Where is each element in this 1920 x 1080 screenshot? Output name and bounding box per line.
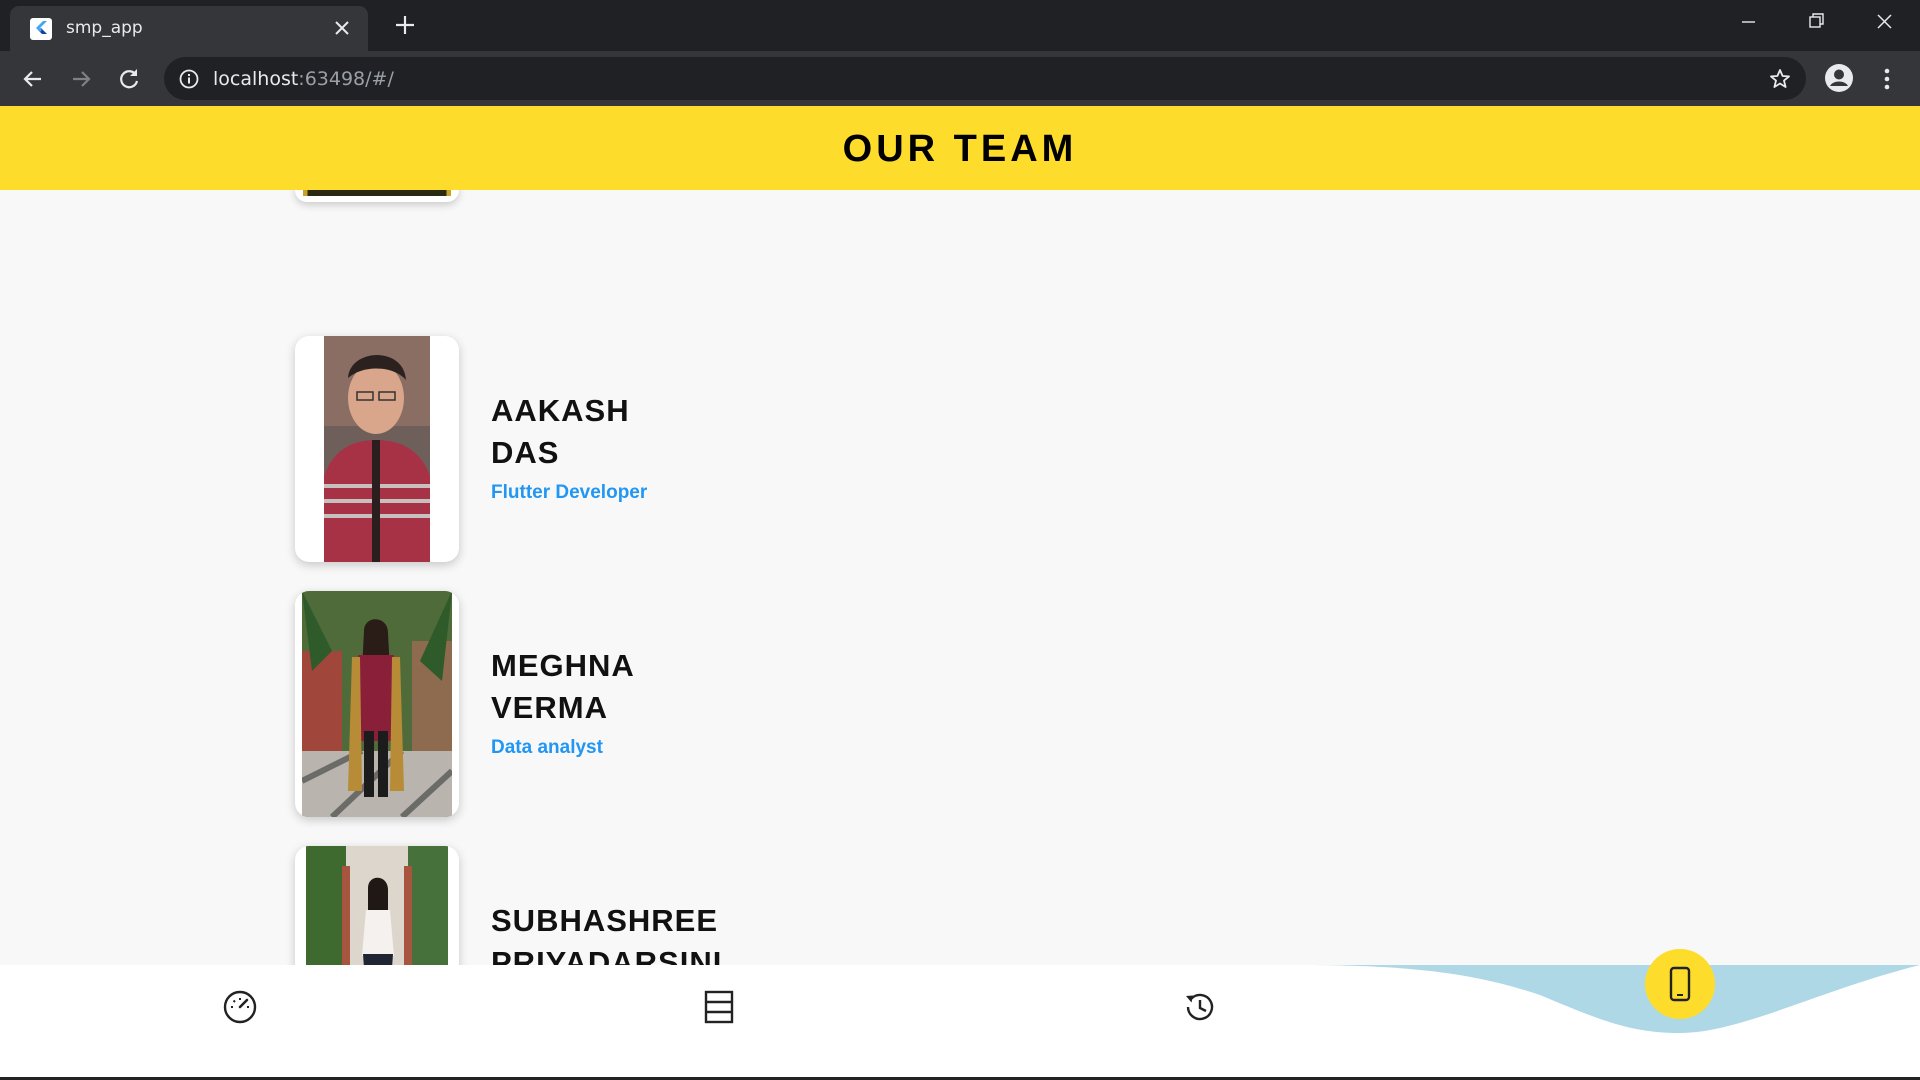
url-host: localhost [213,68,299,90]
reload-icon[interactable] [115,65,143,93]
member-name: MEGHNA VERMA [491,648,635,725]
bookmark-star-icon[interactable] [1768,67,1792,91]
app-bar: OUR TEAM [0,106,1920,190]
new-tab-icon[interactable] [392,12,418,38]
member-name: AAKASH DAS [491,393,630,470]
browser-menu-icon[interactable] [1874,65,1900,93]
tab-title: smp_app [66,18,143,38]
phone-icon [1669,966,1691,1002]
close-window-icon[interactable] [1864,8,1904,36]
browser-tab[interactable]: smp_app [10,6,368,51]
member-role: Data analyst [491,737,603,758]
flutter-favicon-icon [30,18,52,40]
minimize-icon[interactable] [1728,8,1768,36]
member-photo [295,336,459,562]
member-role: Flutter Developer [491,482,648,503]
member-photo-image [324,336,430,562]
speedometer-icon[interactable] [222,989,258,1025]
restore-icon[interactable] [1796,8,1836,36]
profile-icon[interactable] [1824,63,1854,93]
browser-toolbar: localhost:63498/#/ [0,51,1920,106]
info-icon[interactable] [178,68,200,90]
phone-nav-button[interactable] [1645,949,1715,1019]
list-icon[interactable] [701,989,737,1025]
member-photo [295,591,459,817]
url-path: :63498/#/ [298,68,394,90]
history-icon[interactable] [1181,989,1217,1025]
address-bar[interactable]: localhost:63498/#/ [164,57,1806,100]
page-title: OUR TEAM [842,128,1078,170]
bottom-navigation [0,949,1920,1080]
app-viewport: OUR TEAM AAKASH DAS Flutter Developer ME… [0,106,1920,1080]
browser-tabstrip: smp_app [0,0,1920,51]
url-text: localhost:63498/#/ [213,68,394,90]
back-icon[interactable] [19,65,47,93]
close-tab-icon[interactable] [330,16,354,40]
nav-wave [1300,965,1920,1033]
team-member-card[interactable]: AAKASH DAS Flutter Developer [295,336,1195,562]
member-photo-image [302,591,452,817]
team-member-card[interactable]: MEGHNA VERMA Data analyst [295,591,1195,817]
forward-icon[interactable] [67,65,95,93]
